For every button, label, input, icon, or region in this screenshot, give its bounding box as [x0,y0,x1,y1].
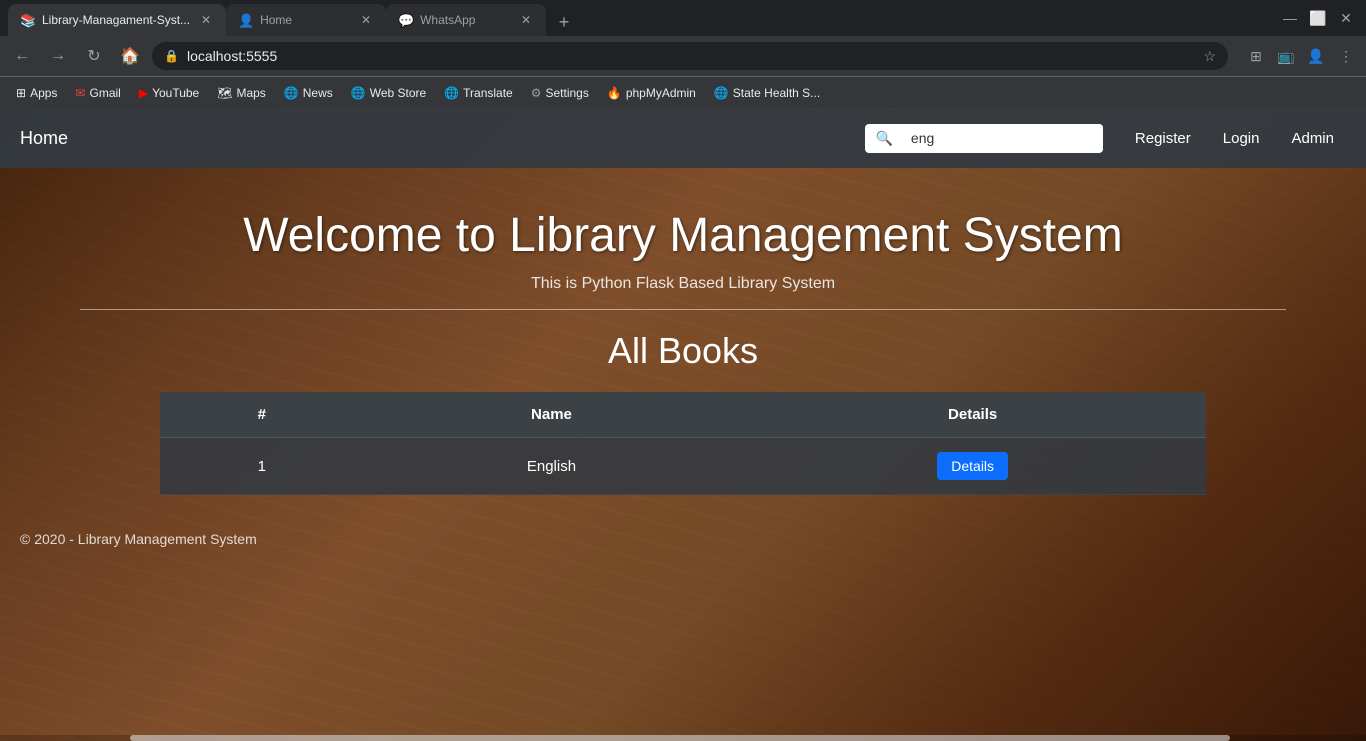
tab-1-title: Library-Managament-Syst... [42,13,190,27]
close-button[interactable]: ✕ [1334,6,1358,30]
home-button[interactable]: 🏠 [116,42,144,70]
bookmark-news[interactable]: 🌐 News [276,82,341,104]
statehealth-favicon: 🌐 [714,86,729,100]
profile-icon[interactable]: 👤 [1304,44,1328,68]
bookmark-phpmyadmin[interactable]: 🔥 phpMyAdmin [599,82,704,104]
cast-icon[interactable]: 📺 [1274,44,1298,68]
webstore-label: Web Store [370,86,426,100]
tab-3[interactable]: 💬 WhatsApp ✕ [386,4,546,36]
maps-favicon: 🗺 [217,86,232,100]
tab-2-favicon: 👤 [238,13,252,27]
translate-favicon: 🌐 [444,86,459,100]
register-link[interactable]: Register [1123,122,1203,155]
maps-label: Maps [236,86,265,100]
admin-link[interactable]: Admin [1279,122,1346,155]
books-table-container: # Name Details 1 English Details [160,392,1206,495]
details-button[interactable]: Details [937,452,1008,480]
tab-2[interactable]: 👤 Home ✕ [226,4,386,36]
cell-id: 1 [160,438,364,495]
site-navbar: Home 🔍 Register Login Admin [0,108,1366,168]
translate-label: Translate [463,86,513,100]
tab-1-close[interactable]: ✕ [198,12,214,28]
search-button[interactable]: 🔍 [865,124,902,153]
gmail-favicon: ✉ [75,86,85,100]
minimize-button[interactable]: — [1278,6,1302,30]
bookmark-translate[interactable]: 🌐 Translate [436,82,521,104]
apps-favicon: ⊞ [16,86,26,100]
maximize-button[interactable]: ⬜ [1306,6,1330,30]
bookmark-gmail[interactable]: ✉ Gmail [67,82,128,104]
hero-divider [80,309,1286,310]
gmail-label: Gmail [89,86,120,100]
navbar-brand[interactable]: Home [20,128,68,149]
lock-icon: 🔒 [164,49,179,63]
scroll-indicator[interactable] [0,735,1366,741]
tab-1-favicon: 📚 [20,13,34,27]
table-row: 1 English Details [160,438,1206,495]
address-bar: ← → ↻ 🏠 🔒 ☆ ⊞ 📺 👤 ⋮ [0,36,1366,76]
bookmark-settings[interactable]: ⚙ Settings [523,82,597,104]
youtube-favicon: ▶ [139,86,148,100]
refresh-button[interactable]: ↻ [80,42,108,70]
statehealth-label: State Health S... [733,86,820,100]
bookmarks-bar: ⊞ Apps ✉ Gmail ▶ YouTube 🗺 Maps 🌐 News 🌐… [0,76,1366,108]
bookmark-apps[interactable]: ⊞ Apps [8,82,65,104]
hero-subtitle: This is Python Flask Based Library Syste… [20,275,1346,293]
table-body: 1 English Details [160,438,1206,495]
search-input[interactable] [903,124,1103,152]
url-input[interactable] [187,48,1195,64]
navbar-links: Register Login Admin [1123,122,1346,155]
bookmark-webstore[interactable]: 🌐 Web Store [343,82,434,104]
back-button[interactable]: ← [8,42,36,70]
news-favicon: 🌐 [284,86,299,100]
extensions-icon[interactable]: ⊞ [1244,44,1268,68]
url-bar[interactable]: 🔒 ☆ [152,42,1228,70]
col-header-details: Details [739,392,1206,438]
page-content: Home 🔍 Register Login Admin Welcome to L… [0,108,1366,741]
forward-button[interactable]: → [44,42,72,70]
footer-text: © 2020 - Library Management System [20,531,257,547]
search-form[interactable]: 🔍 [865,124,1102,153]
bookmark-youtube[interactable]: ▶ YouTube [131,82,207,104]
hero-title: Welcome to Library Management System [20,208,1346,263]
window-controls: — ⬜ ✕ [1278,6,1358,30]
tab-3-close[interactable]: ✕ [518,12,534,28]
table-header-row: # Name Details [160,392,1206,438]
table-header: # Name Details [160,392,1206,438]
settings-label: Settings [546,86,589,100]
news-label: News [303,86,333,100]
menu-icon[interactable]: ⋮ [1334,44,1358,68]
title-bar: 📚 Library-Managament-Syst... ✕ 👤 Home ✕ … [0,0,1366,36]
toolbar-icons: ⊞ 📺 👤 ⋮ [1244,44,1358,68]
tab-bar: 📚 Library-Managament-Syst... ✕ 👤 Home ✕ … [8,0,578,36]
tab-1[interactable]: 📚 Library-Managament-Syst... ✕ [8,4,226,36]
tab-3-title: WhatsApp [420,13,510,27]
col-header-name: Name [364,392,740,438]
bookmark-maps[interactable]: 🗺 Maps [209,82,274,104]
tab-2-close[interactable]: ✕ [358,12,374,28]
phpmyadmin-favicon: 🔥 [607,86,622,100]
cell-name: English [364,438,740,495]
col-header-id: # [160,392,364,438]
apps-label: Apps [30,86,57,100]
section-title: All Books [20,330,1346,372]
bookmark-statehealth[interactable]: 🌐 State Health S... [706,82,828,104]
star-icon[interactable]: ☆ [1203,48,1216,65]
login-link[interactable]: Login [1211,122,1272,155]
tab-3-favicon: 💬 [398,13,412,27]
scroll-thumb[interactable] [130,735,1230,741]
page-footer: © 2020 - Library Management System [0,515,1366,555]
youtube-label: YouTube [152,86,199,100]
phpmyadmin-label: phpMyAdmin [626,86,696,100]
cell-details: Details [739,438,1206,495]
tab-2-title: Home [260,13,350,27]
new-tab-button[interactable]: + [550,8,578,36]
main-content: Welcome to Library Management System Thi… [0,168,1366,515]
books-table: # Name Details 1 English Details [160,392,1206,495]
settings-favicon: ⚙ [531,86,542,100]
webstore-favicon: 🌐 [351,86,366,100]
